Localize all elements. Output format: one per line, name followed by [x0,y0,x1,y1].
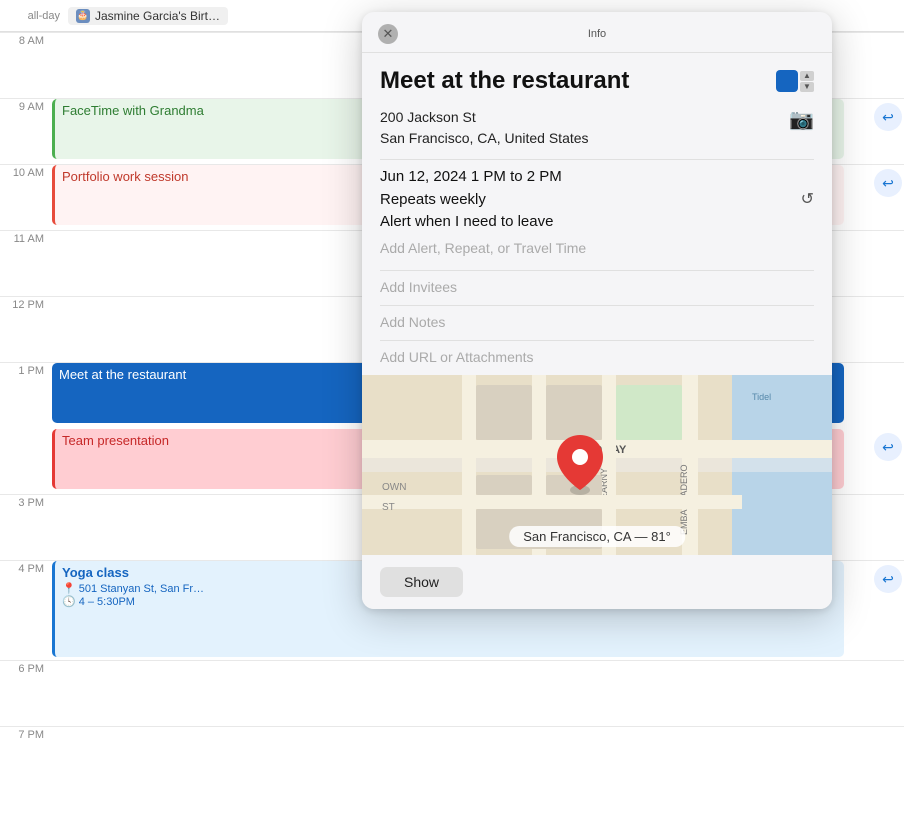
popup-location: 200 Jackson St San Francisco, CA, United… [380,107,589,149]
portfolio-action-btn[interactable]: ↩ [874,169,902,197]
time-row-6pm: 6 PM [0,660,904,726]
add-url-section[interactable]: Add URL or Attachments [380,340,814,375]
repeat-icon: ↺ [801,189,814,209]
repeat-text: Repeats weekly [380,191,486,208]
svg-text:ST: ST [382,502,395,513]
add-invitees-section[interactable]: Add Invitees [380,270,814,305]
stepper-down[interactable]: ▼ [800,82,814,92]
time-label-1pm: 1 PM [0,363,52,377]
add-invitees-text: Add Invitees [380,279,457,295]
repeat-row: Repeats weekly ↺ [380,189,814,209]
color-stepper[interactable]: ▲ ▼ [800,71,814,92]
popup-body: Meet at the restaurant ▲ ▼ 200 Jackson S… [362,53,832,375]
yoga-action-btn[interactable]: ↩ [874,565,902,593]
team-event-text: Team presentation [62,433,169,448]
time-label-8am: 8 AM [0,33,52,47]
time-label-10am: 10 AM [0,165,52,179]
show-button-row: Show [362,555,832,609]
stepper-up[interactable]: ▲ [800,71,814,81]
svg-text:Tidel: Tidel [752,392,771,402]
team-action-btn[interactable]: ↩ [874,433,902,461]
color-swatch[interactable] [776,70,798,92]
address-line1: 200 Jackson St [380,107,589,128]
video-icon[interactable]: 📷 [789,107,814,132]
add-alert-row[interactable]: Add Alert, Repeat, or Travel Time [380,234,814,262]
time-label-6pm: 6 PM [0,661,52,675]
birthday-icon: 🎂 [76,9,90,23]
time-content-6pm [52,661,904,726]
location-row: 200 Jackson St San Francisco, CA, United… [380,107,814,149]
show-button[interactable]: Show [380,567,463,597]
time-label-3pm: 3 PM [0,495,52,509]
allday-label: all-day [8,10,60,22]
address-line2: San Francisco, CA, United States [380,128,589,149]
popup-event-title: Meet at the restaurant [380,67,629,95]
info-popup: ✕ Info Meet at the restaurant ▲ ▼ 200 Ja… [362,12,832,609]
meet-event-text: Meet at the restaurant [59,367,186,382]
date-time-row: Jun 12, 2024 1 PM to 2 PM [380,168,814,185]
event-title-row: Meet at the restaurant ▲ ▼ [380,67,814,95]
time-label-9am: 9 AM [0,99,52,113]
popup-header-title: Info [398,28,796,40]
time-label-7pm: 7 PM [0,727,52,741]
map-caption: San Francisco, CA — 81° [509,526,685,547]
popup-map[interactable]: BROADWAY KEARNY EMBARCADERO [362,375,832,555]
close-button[interactable]: ✕ [378,24,398,44]
time-label-12pm: 12 PM [0,297,52,311]
popup-header: ✕ Info [362,12,832,53]
close-icon: ✕ [383,26,394,42]
time-content-7pm [52,727,904,792]
add-url-text: Add URL or Attachments [380,349,534,365]
time-label-4pm: 4 PM [0,561,52,575]
add-notes-text: Add Notes [380,314,445,330]
svg-text:OWN: OWN [382,482,406,493]
allday-event-text: Jasmine Garcia's Birt… [95,9,220,23]
allday-event[interactable]: 🎂 Jasmine Garcia's Birt… [68,7,228,25]
facetime-event-text: FaceTime with Grandma [62,103,204,118]
divider-1 [380,159,814,160]
alert-row: Alert when I need to leave [380,213,814,230]
time-label-11am: 11 AM [0,231,52,245]
location-pin-icon: 📍 [62,582,76,595]
clock-icon: 🕓 [62,595,76,608]
facetime-action-btn[interactable]: ↩ [874,103,902,131]
color-picker[interactable]: ▲ ▼ [776,70,814,92]
add-notes-section[interactable]: Add Notes [380,305,814,340]
portfolio-event-text: Portfolio work session [62,169,188,184]
time-row-7pm: 7 PM [0,726,904,792]
map-inner: BROADWAY KEARNY EMBARCADERO [362,375,832,555]
